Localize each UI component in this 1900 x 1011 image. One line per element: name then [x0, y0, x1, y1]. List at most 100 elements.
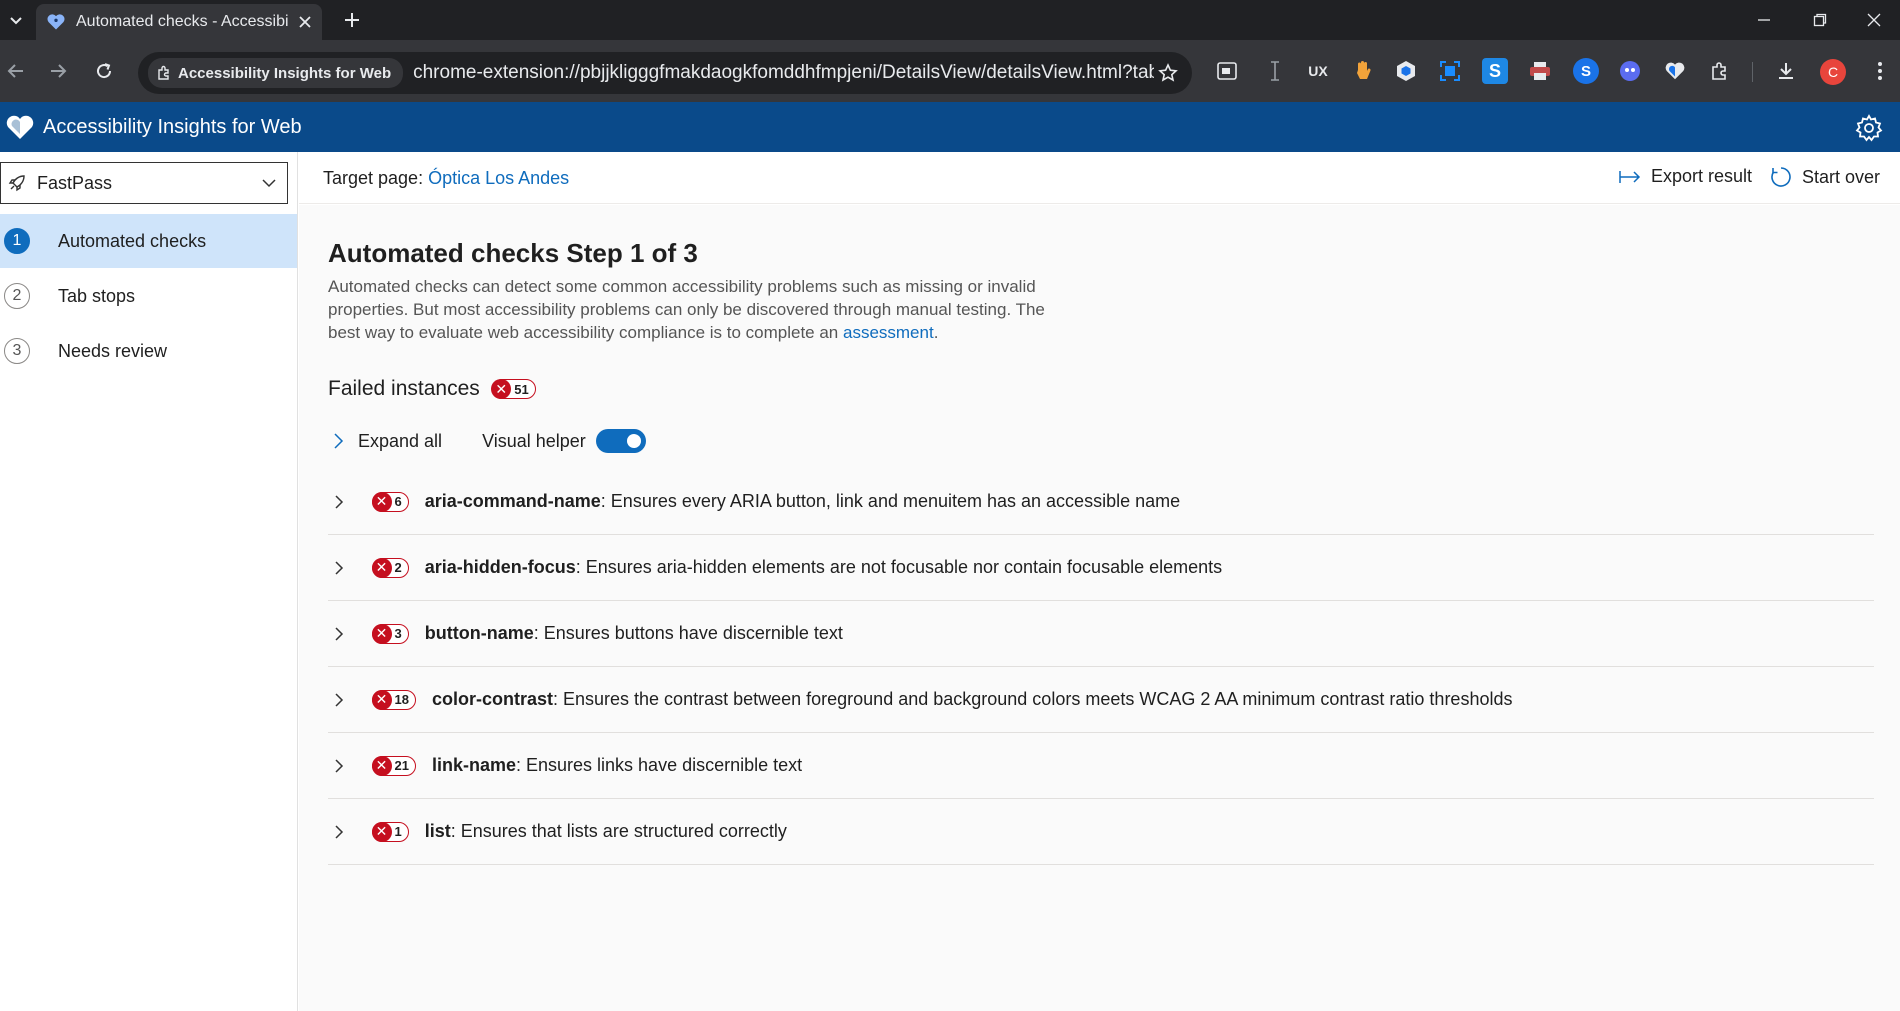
export-result-button[interactable]: Export result — [1619, 166, 1752, 187]
rule-count: 2 — [394, 560, 402, 575]
minimize-button[interactable] — [1750, 6, 1778, 34]
toggle-knob — [626, 434, 641, 448]
puzzle-icon[interactable] — [1707, 58, 1733, 84]
rule-name: list — [424, 821, 451, 841]
rule-count-badge: ✕ 21 — [371, 755, 416, 776]
shazam-icon[interactable]: S — [1573, 58, 1599, 84]
rule-name: button-name — [424, 623, 534, 643]
back-arrow-icon — [7, 64, 23, 78]
failed-count-badge: ✕ 51 — [491, 379, 536, 399]
rule-description: : Ensures links have discernible text — [516, 755, 803, 775]
browser-tab-active[interactable]: Automated checks - Accessibility Insight… — [36, 4, 322, 40]
app-header: Accessibility Insights for Web — [0, 102, 1900, 152]
rule-count: 1 — [394, 824, 402, 839]
chevron-right-icon[interactable] — [332, 758, 352, 774]
nav-item-label: Automated checks — [58, 230, 207, 251]
rule-name: aria-command-name — [424, 491, 601, 511]
rule-name: color-contrast — [431, 689, 553, 709]
failed-count: 51 — [514, 381, 529, 397]
nav-item-automated-checks[interactable]: 1 Automated checks — [0, 214, 297, 268]
rule-description: : Ensures the contrast between foregroun… — [553, 689, 1513, 709]
new-tab-button[interactable] — [340, 8, 364, 32]
chevron-right-icon[interactable] — [332, 692, 352, 708]
error-x-icon: ✕ — [491, 379, 512, 399]
visual-helper-toggle[interactable] — [595, 429, 646, 453]
rule-row-aria-hidden-focus[interactable]: ✕ 2 aria-hidden-focus: Ensures aria-hidde… — [328, 535, 1874, 601]
reload-button[interactable] — [90, 57, 118, 85]
browser-tab-bar: Automated checks - Accessibility Insight… — [0, 0, 1900, 40]
rule-row-link-name[interactable]: ✕ 21 link-name: Ensures links have discer… — [328, 733, 1874, 799]
failed-instances-label: Failed instances — [328, 377, 480, 400]
printer-icon[interactable] — [1527, 58, 1553, 84]
mode-dropdown-value: FastPass — [37, 172, 113, 193]
rule-count-badge: ✕ 2 — [371, 557, 409, 578]
screenshot-icon[interactable] — [1437, 58, 1463, 84]
visual-helper: Visual helper — [482, 429, 646, 453]
target-page-prefix: Target page: — [323, 168, 429, 188]
tab-search-button[interactable] — [4, 8, 28, 32]
rule-name: aria-hidden-focus — [424, 557, 576, 577]
minimize-icon — [1758, 19, 1770, 21]
error-x-icon: ✕ — [371, 689, 392, 710]
text-cursor-icon[interactable] — [1262, 58, 1288, 84]
s-icon[interactable]: S — [1482, 58, 1508, 84]
site-info-chip[interactable]: Accessibility Insights for Web — [148, 58, 404, 88]
hand-icon[interactable] — [1350, 58, 1376, 84]
rocket-icon — [8, 175, 25, 192]
rule-description: : Ensures buttons have discernible text — [533, 623, 843, 643]
error-x-icon: ✕ — [371, 821, 392, 842]
url-text[interactable]: chrome-extension://pbjjkligggfmakdaogkfo… — [413, 62, 1154, 84]
page-capture-icon[interactable] — [1214, 58, 1240, 84]
rule-row-list[interactable]: ✕ 1 list: Ensures that lists are structur… — [328, 799, 1874, 865]
failed-rules-list: ✕ 6 aria-command-name: Ensures every ARIA… — [328, 469, 1874, 865]
forward-button[interactable] — [44, 57, 72, 85]
export-arrow-icon — [1619, 170, 1641, 183]
gear-icon[interactable] — [1855, 114, 1883, 142]
profile-avatar[interactable]: C — [1820, 59, 1846, 85]
step-number: 3 — [4, 338, 30, 364]
export-result-label: Export result — [1651, 166, 1753, 186]
star-icon — [1158, 63, 1178, 82]
mode-dropdown[interactable]: FastPass — [0, 162, 288, 204]
ghost-icon[interactable] — [1617, 58, 1643, 84]
rule-count-badge: ✕ 18 — [371, 689, 416, 710]
rule-description: : Ensures that lists are structured corr… — [450, 821, 787, 841]
rule-text: list: Ensures that lists are structured … — [425, 821, 787, 842]
more-menu-icon[interactable] — [1867, 58, 1893, 84]
download-icon[interactable] — [1773, 58, 1799, 84]
bookmark-button[interactable] — [1154, 59, 1182, 87]
rule-text: color-contrast: Ensures the contrast bet… — [432, 689, 1513, 710]
chevron-right-icon[interactable] — [332, 824, 352, 840]
chevron-right-icon[interactable] — [332, 494, 352, 510]
rule-row-aria-command-name[interactable]: ✕ 6 aria-command-name: Ensures every ARIA… — [328, 469, 1874, 535]
chevron-down-icon — [10, 17, 22, 25]
nav-item-tab-stops[interactable]: 2 Tab stops — [0, 269, 297, 323]
target-page-link[interactable]: Óptica Los Andes — [428, 168, 569, 188]
assessment-link[interactable]: assessment — [843, 323, 934, 342]
start-over-button[interactable]: Start over — [1770, 166, 1880, 188]
rule-text: button-name: Ensures buttons have discer… — [425, 623, 843, 644]
nav-item-label: Tab stops — [58, 285, 136, 306]
accessibility-insights-icon[interactable] — [1662, 58, 1688, 84]
ux-icon[interactable]: UX — [1305, 58, 1331, 84]
restore-button[interactable] — [1806, 6, 1834, 34]
chevron-right-icon[interactable] — [332, 560, 352, 576]
page-description: Automated checks can detect some common … — [328, 275, 1068, 344]
rule-row-button-name[interactable]: ✕ 3 button-name: Ensures buttons have dis… — [328, 601, 1874, 667]
nav-item-needs-review[interactable]: 3 Needs review — [0, 324, 297, 378]
command-bar: Target page: Óptica Los Andes Export res… — [299, 152, 1900, 204]
step-number: 1 — [4, 228, 30, 254]
close-window-button[interactable] — [1860, 6, 1888, 34]
chevron-down-icon — [262, 179, 276, 188]
address-bar[interactable]: Accessibility Insights for Web chrome-ex… — [138, 52, 1192, 94]
expand-all-button[interactable]: Expand all — [328, 431, 442, 452]
close-icon[interactable] — [298, 15, 312, 29]
start-over-label: Start over — [1802, 166, 1881, 187]
hexagon-icon[interactable] — [1393, 58, 1419, 84]
back-button[interactable] — [2, 57, 30, 85]
extension-puzzle-icon — [158, 65, 169, 80]
chevron-right-icon[interactable] — [332, 626, 352, 642]
rule-row-color-contrast[interactable]: ✕ 18 color-contrast: Ensures the contrast… — [328, 667, 1874, 733]
rule-text: aria-hidden-focus: Ensures aria-hidden e… — [425, 557, 1222, 578]
close-icon — [1867, 13, 1881, 27]
